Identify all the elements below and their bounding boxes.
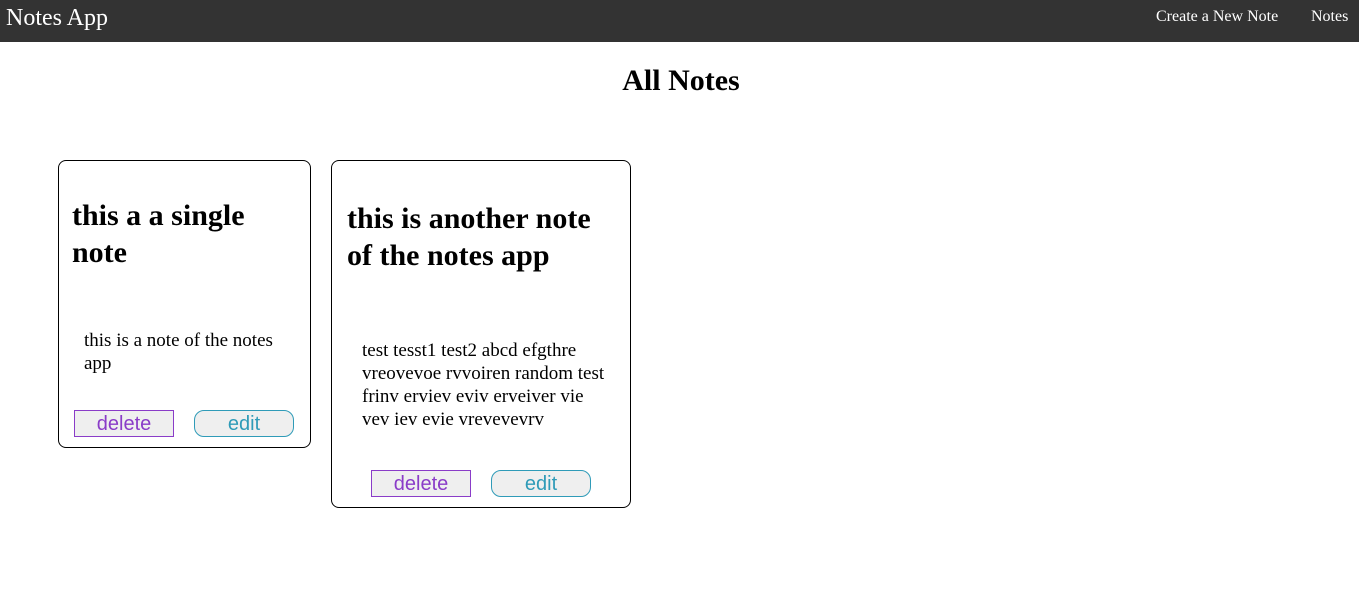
edit-button[interactable]: edit: [491, 470, 591, 497]
page-title: All Notes: [622, 64, 740, 97]
delete-button[interactable]: delete: [371, 470, 471, 497]
note-card: this a a single note this is a note of t…: [58, 160, 311, 448]
note-body: this is a note of the notes app: [84, 330, 273, 374]
note-title: this a a single note: [72, 199, 245, 269]
note-title: this is another note of the notes app: [347, 202, 591, 272]
note-body: test tesst1 test2 abcd efgthre vreovevoe…: [362, 340, 605, 430]
note-card: this is another note of the notes app te…: [331, 160, 631, 508]
edit-button[interactable]: edit: [194, 410, 294, 437]
navbar: Notes App Create a New Note Notes: [0, 0, 1359, 42]
nav-create-note-link[interactable]: Create a New Note: [1156, 8, 1278, 26]
brand-link[interactable]: Notes App: [6, 4, 108, 32]
nav-notes-link[interactable]: Notes: [1311, 8, 1348, 26]
delete-button[interactable]: delete: [74, 410, 174, 437]
